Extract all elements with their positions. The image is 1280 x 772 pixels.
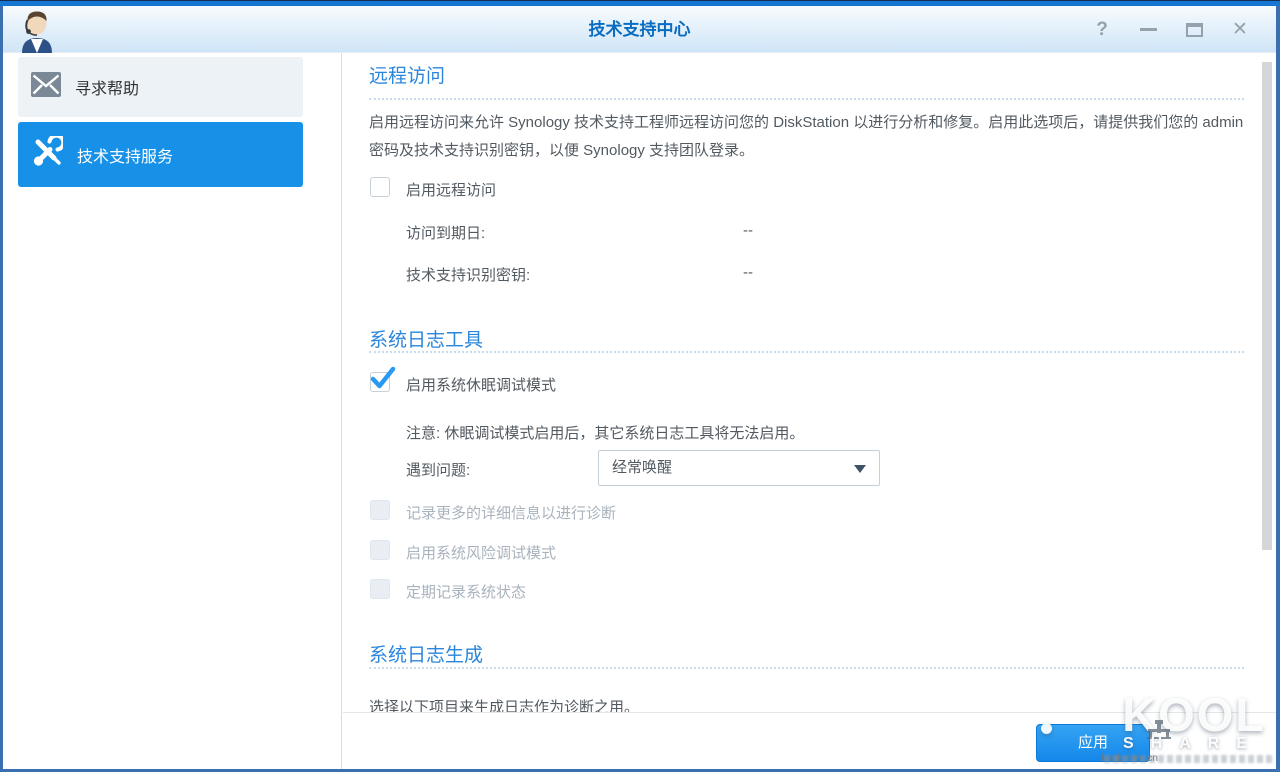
section-divider: [369, 98, 1244, 100]
detailed-log-checkbox[interactable]: [370, 500, 390, 520]
footer-bar: 应用: [343, 712, 1276, 769]
support-key-label: 技术支持识别密钥:: [406, 264, 530, 285]
window-top-border: [0, 0, 1280, 6]
section-title-system-log-tool: 系统日志工具: [369, 325, 483, 352]
sidebar: 寻求帮助 技术支持服务: [3, 53, 342, 769]
window-title: 技术支持中心: [3, 6, 1276, 53]
close-icon[interactable]: ✕: [1230, 20, 1250, 40]
access-expiry-label: 访问到期日:: [406, 222, 485, 243]
envelope-icon: [31, 72, 61, 102]
enable-remote-access-label[interactable]: 启用远程访问: [406, 179, 496, 200]
periodic-status-checkbox[interactable]: [370, 579, 390, 599]
issue-label: 遇到问题:: [406, 459, 470, 480]
vertical-scrollbar[interactable]: [1262, 62, 1272, 550]
issue-dropdown-value: 经常唤醒: [612, 451, 672, 485]
help-icon[interactable]: ?: [1092, 20, 1112, 40]
hibernation-debug-checkbox[interactable]: [370, 372, 390, 392]
support-key-value: --: [743, 264, 753, 281]
risk-debug-checkbox[interactable]: [370, 540, 390, 560]
access-expiry-value: --: [743, 222, 753, 239]
enable-remote-access-checkbox[interactable]: [370, 177, 390, 197]
minimize-icon[interactable]: [1138, 20, 1158, 40]
periodic-status-label: 定期记录系统状态: [406, 581, 526, 602]
issue-dropdown[interactable]: 经常唤醒: [598, 450, 880, 486]
window-controls: ? ✕: [1092, 6, 1250, 53]
section-title-remote-access: 远程访问: [369, 61, 445, 88]
section-divider: [369, 667, 1244, 669]
titlebar: 技术支持中心 ? ✕: [3, 6, 1276, 53]
remote-access-description: 启用远程访问来允许 Synology 技术支持工程师远程访问您的 DiskSta…: [369, 109, 1257, 165]
hibernation-note: 注意: 休眠调试模式启用后，其它系统日志工具将无法启用。: [406, 422, 804, 443]
section-title-log-generation: 系统日志生成: [369, 640, 483, 667]
risk-debug-label: 启用系统风险调试模式: [406, 542, 556, 563]
detailed-log-label: 记录更多的详细信息以进行诊断: [406, 502, 616, 523]
apply-button[interactable]: 应用: [1036, 724, 1150, 762]
sidebar-item-seek-help[interactable]: 寻求帮助: [18, 57, 303, 117]
sidebar-item-label: 技术支持服务: [77, 143, 173, 167]
tools-icon: [31, 136, 63, 173]
hibernation-debug-label[interactable]: 启用系统休眠调试模式: [406, 374, 556, 395]
chevron-down-icon: [854, 465, 866, 473]
maximize-icon[interactable]: [1184, 20, 1204, 40]
support-center-window: 技术支持中心 ? ✕ 寻求帮助: [0, 0, 1280, 772]
section-divider: [369, 351, 1244, 353]
sidebar-item-support-service[interactable]: 技术支持服务: [18, 122, 303, 187]
main-content: 远程访问 启用远程访问来允许 Synology 技术支持工程师远程访问您的 Di…: [343, 53, 1276, 769]
sidebar-item-label: 寻求帮助: [75, 75, 139, 99]
